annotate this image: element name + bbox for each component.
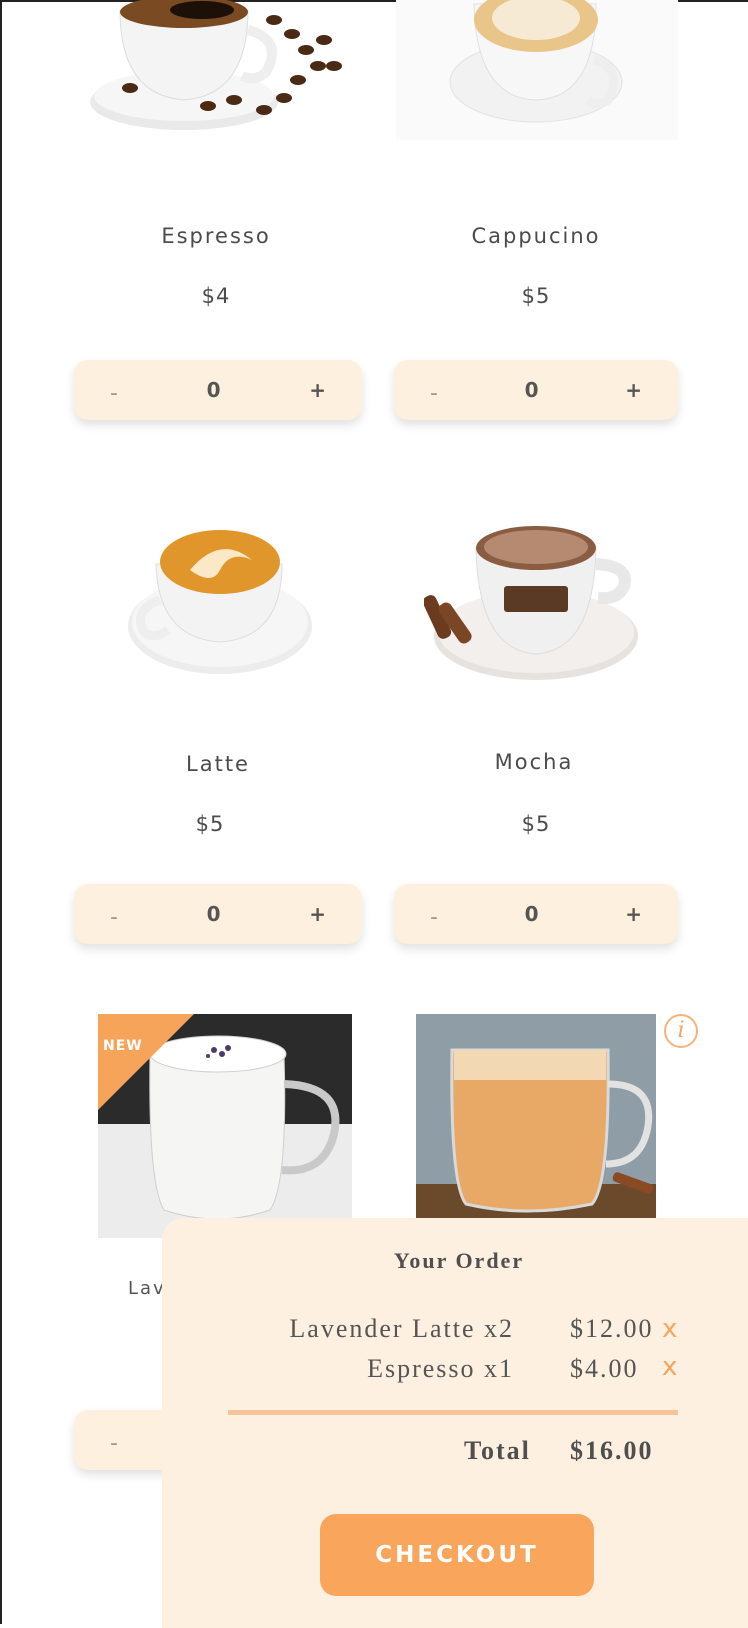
total-value: $16.00	[570, 1436, 654, 1465]
order-item-price: $4.00	[570, 1354, 639, 1383]
order-item-label: Espresso x1	[367, 1354, 514, 1383]
product-price: $5	[521, 284, 551, 308]
checkout-button[interactable]: CHECKOUT	[320, 1514, 594, 1596]
new-badge	[98, 1014, 194, 1110]
chai-latte-image	[416, 1014, 656, 1218]
increase-button[interactable]: +	[625, 378, 642, 402]
decrease-button[interactable]: -	[430, 905, 438, 930]
product-name: Lav	[128, 1278, 166, 1299]
lavender-latte-image: NEW	[98, 1014, 352, 1238]
order-item-price: $12.00	[570, 1314, 654, 1343]
decrease-button[interactable]: -	[110, 1431, 118, 1456]
product-name: Latte	[186, 752, 250, 776]
quantity-stepper: - 0 +	[74, 884, 362, 944]
info-icon[interactable]: i	[664, 1014, 698, 1048]
new-badge-label: NEW	[103, 1038, 143, 1054]
product-price: $4	[201, 284, 231, 308]
order-divider	[228, 1410, 678, 1415]
decrease-button[interactable]: -	[110, 905, 118, 930]
order-item-label: Lavender Latte x2	[289, 1314, 514, 1343]
quantity-stepper: - 0 +	[394, 884, 678, 944]
espresso-image	[84, 0, 354, 160]
product-name: Espresso	[161, 224, 271, 248]
quantity-value: 0	[524, 378, 539, 402]
increase-button[interactable]: +	[625, 902, 642, 926]
order-panel: Your Order Lavender Latte x2 $12.00 x Es…	[162, 1218, 748, 1628]
quantity-stepper: - 0 +	[74, 360, 362, 420]
product-price: $5	[521, 812, 551, 836]
decrease-button[interactable]: -	[110, 381, 118, 406]
mocha-image	[422, 520, 644, 690]
increase-button[interactable]: +	[309, 378, 326, 402]
increase-button[interactable]: +	[309, 902, 326, 926]
quantity-value: 0	[524, 902, 539, 926]
product-price: $5	[195, 812, 225, 836]
cappuccino-image	[396, 0, 678, 140]
product-name: Cappucino	[471, 224, 601, 248]
quantity-stepper: - 0 +	[394, 360, 678, 420]
order-title: Your Order	[393, 1248, 525, 1273]
remove-item-button[interactable]: x	[662, 1352, 677, 1382]
total-label: Total	[464, 1436, 531, 1465]
product-name: Mocha	[494, 750, 574, 774]
remove-item-button[interactable]: x	[662, 1314, 677, 1344]
decrease-button[interactable]: -	[430, 381, 438, 406]
latte-image	[120, 520, 320, 690]
quantity-value: 0	[206, 378, 221, 402]
quantity-value: 0	[206, 902, 221, 926]
